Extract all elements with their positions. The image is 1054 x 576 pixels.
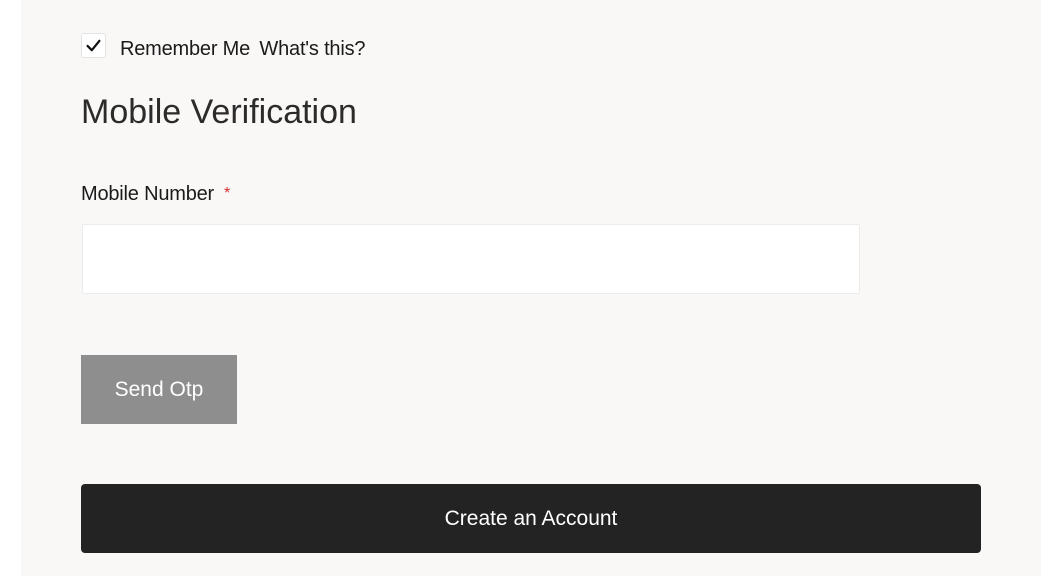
create-account-button[interactable]: Create an Account bbox=[81, 484, 981, 553]
remember-me-label: Remember Me bbox=[120, 37, 251, 60]
remember-me-checkbox[interactable] bbox=[81, 32, 106, 58]
send-otp-button[interactable]: Send Otp bbox=[81, 355, 237, 424]
mobile-number-label: Mobile Number * bbox=[81, 183, 230, 206]
checkmark-icon bbox=[86, 39, 101, 51]
remember-me-row: Remember Me What's this? bbox=[81, 30, 366, 61]
whats-this-link[interactable]: What's this? bbox=[259, 38, 365, 60]
mobile-number-input[interactable] bbox=[82, 224, 860, 294]
remember-me-text: Remember Me What's this? bbox=[120, 37, 366, 61]
required-marker: * bbox=[224, 185, 231, 202]
mobile-number-label-text: Mobile Number bbox=[81, 183, 215, 205]
registration-panel: Remember Me What's this? Mobile Verifica… bbox=[21, 0, 1041, 576]
section-title: Mobile Verification bbox=[81, 93, 357, 131]
